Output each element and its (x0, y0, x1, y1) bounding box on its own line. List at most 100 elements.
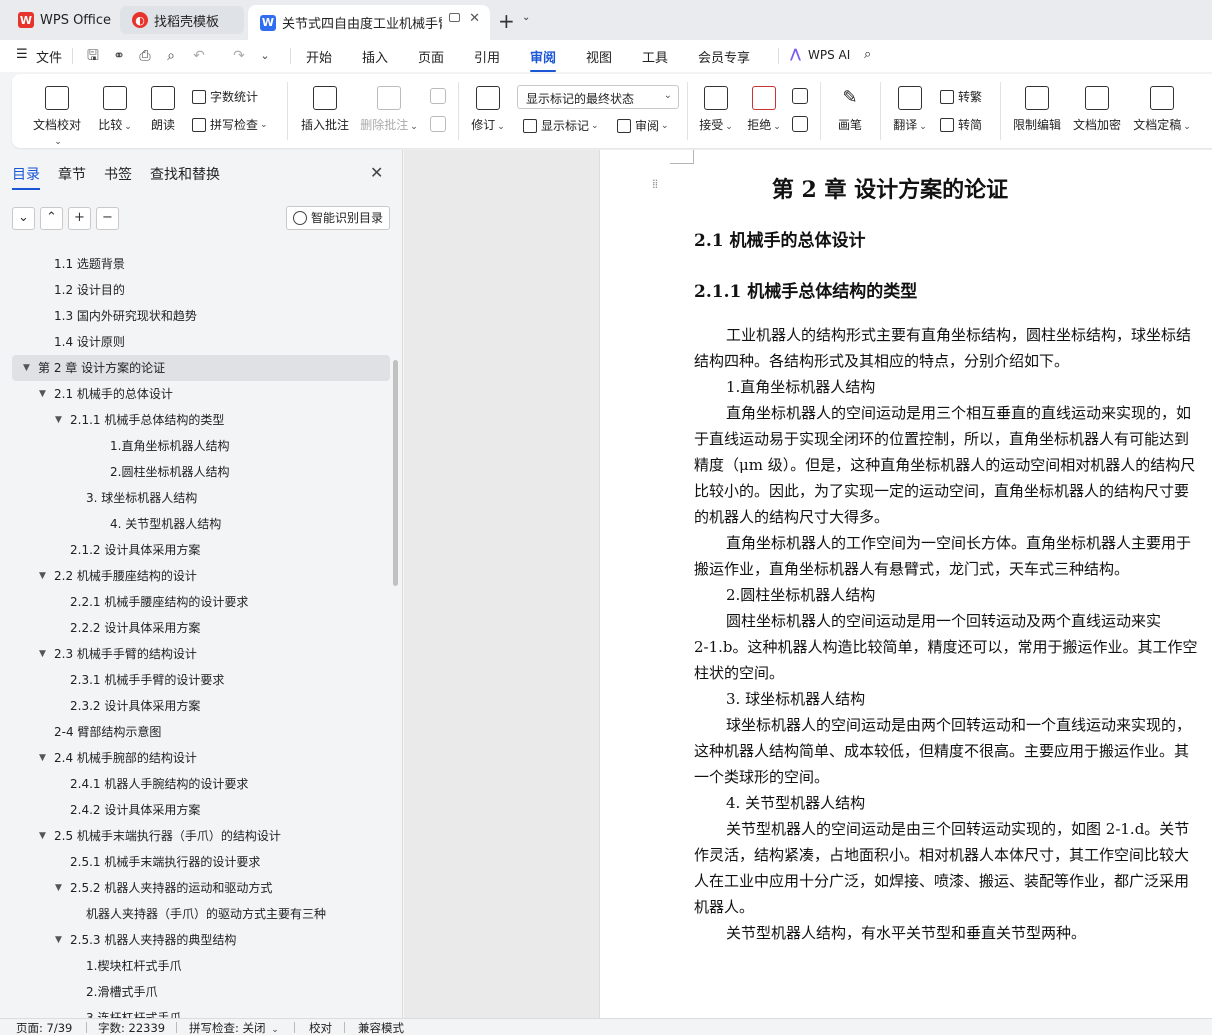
toc-item[interactable]: 2.2.2 设计具体采用方案 (0, 615, 390, 641)
expand-arrow-icon[interactable]: ▼ (39, 381, 46, 407)
toc-item[interactable]: 3.连杆杠杆式手爪 (0, 1005, 390, 1018)
close-tab-icon[interactable]: ✕ (469, 11, 480, 26)
spell-check-indicator[interactable]: 拼写检查: 关闭 ⌄ (189, 1020, 279, 1035)
toc-item[interactable]: 1.3 国内外研究现状和趋势 (0, 303, 390, 329)
toc-item[interactable]: 1.直角坐标机器人结构 (0, 433, 390, 459)
remove-heading-icon[interactable]: − (96, 207, 119, 230)
hamburger-icon[interactable]: ☰ (16, 47, 28, 62)
word-count-button[interactable]: 字数统计 (192, 88, 258, 105)
nav-tab-toc[interactable]: 目录 (12, 164, 40, 190)
menu-insert[interactable]: 插入 (362, 47, 388, 66)
search-icon[interactable]: ⌕ (864, 47, 871, 62)
expand-arrow-icon[interactable]: ▼ (39, 641, 46, 667)
toc-item[interactable]: 2.圆柱坐标机器人结构 (0, 459, 390, 485)
menu-page[interactable]: 页面 (418, 47, 444, 66)
toc-item[interactable]: 机器人夹持器（手爪）的驱动方式主要有三种 (0, 901, 390, 927)
prev-comment-button[interactable] (428, 88, 448, 110)
encrypt-button[interactable]: 文档加密 (1072, 86, 1122, 133)
expand-arrow-icon[interactable]: ▼ (55, 407, 62, 433)
page-indicator[interactable]: 页面: 7/39 (16, 1020, 72, 1035)
expand-icon[interactable]: ⌄ (12, 207, 35, 230)
tab-wps-office[interactable]: W WPS Office (6, 5, 118, 35)
expand-arrow-icon[interactable]: ▼ (55, 875, 62, 901)
doc-check-button[interactable]: 文档校对⌄ (30, 86, 84, 147)
toc-item[interactable]: 1.2 设计目的 (0, 277, 390, 303)
save-icon[interactable]: 🖫 (84, 47, 102, 65)
reject-button[interactable]: 拒绝 ⌄ (746, 86, 782, 133)
to-simplified-button[interactable]: 转简 (940, 116, 982, 133)
window-preview-icon[interactable] (449, 13, 460, 22)
nav-tab-bookmark[interactable]: 书签 (104, 164, 132, 184)
smart-toc-button[interactable]: 智能识别目录 (286, 206, 390, 230)
menu-reference[interactable]: 引用 (474, 47, 500, 66)
next-change-button[interactable] (791, 116, 809, 138)
print-icon[interactable]: ⎙ (136, 47, 154, 65)
toc-item[interactable]: 2.5.1 机械手末端执行器的设计要求 (0, 849, 390, 875)
menu-start[interactable]: 开始 (306, 47, 332, 66)
toc-item[interactable]: 1.4 设计原则 (0, 329, 390, 355)
translate-button[interactable]: 翻译 ⌄ (892, 86, 928, 133)
toc-item[interactable]: 1.1 选题背景 (0, 251, 390, 277)
insert-comment-button[interactable]: 插入批注 (300, 86, 350, 133)
nav-tab-chapter[interactable]: 章节 (58, 164, 86, 184)
toc-scrollbar[interactable] (393, 360, 398, 586)
expand-arrow-icon[interactable]: ▼ (39, 745, 46, 771)
spell-check-button[interactable]: 拼写检查 ⌄ (192, 116, 268, 133)
toc-item[interactable]: ▼ 2.4 机械手腕部的结构设计 (0, 745, 390, 771)
toc-item[interactable]: ▼ 2.5 机械手末端执行器（手爪）的结构设计 (0, 823, 390, 849)
toc-item[interactable]: 1.楔块杠杆式手爪 (0, 953, 390, 979)
toc-item[interactable]: 2.3.2 设计具体采用方案 (0, 693, 390, 719)
toc-item[interactable]: 2.4.1 机器人手腕结构的设计要求 (0, 771, 390, 797)
toc-item[interactable]: 2.3.1 机械手手臂的设计要求 (0, 667, 390, 693)
track-changes-button[interactable]: 修订 ⌄ (470, 86, 506, 133)
new-tab-icon[interactable]: + (498, 9, 515, 33)
review-pane-button[interactable]: 审阅 ⌄ (617, 117, 669, 134)
finalize-button[interactable]: 文档定稿 ⌄ (1132, 86, 1192, 133)
nav-tab-find-replace[interactable]: 查找和替换 (150, 164, 220, 184)
expand-arrow-icon[interactable]: ▼ (39, 563, 46, 589)
close-icon[interactable]: ✕ (370, 163, 383, 182)
tab-docer-templates[interactable]: ◐ 找稻壳模板 (120, 6, 244, 34)
expand-arrow-icon[interactable]: ▼ (55, 927, 62, 953)
toc-item[interactable]: ▼ 2.5.2 机器人夹持器的运动和驱动方式 (0, 875, 390, 901)
chevron-down-icon[interactable]: ⌄ (256, 47, 274, 65)
expand-arrow-icon[interactable]: ▼ (39, 823, 46, 849)
toc-item[interactable]: 2-4 臂部结构示意图 (0, 719, 390, 745)
show-markup-button[interactable]: 显示标记 ⌄ (523, 117, 599, 134)
menu-wps-ai[interactable]: WPS AI (808, 48, 850, 62)
redo-icon[interactable]: ↷ (230, 47, 248, 65)
menu-member[interactable]: 会员专享 (698, 47, 750, 66)
accept-button[interactable]: 接受 ⌄ (698, 86, 734, 133)
toc-item[interactable]: ▼ 2.5.3 机器人夹持器的典型结构 (0, 927, 390, 953)
menu-view[interactable]: 视图 (586, 47, 612, 66)
menu-review[interactable]: 审阅 (530, 47, 557, 72)
add-heading-icon[interactable]: + (68, 207, 91, 230)
toc-item[interactable]: 2.1.2 设计具体采用方案 (0, 537, 390, 563)
toc-item[interactable]: ▼ 2.1.1 机械手总体结构的类型 (0, 407, 390, 433)
chevron-down-icon[interactable]: ⌄ (522, 12, 530, 23)
toc-item[interactable]: 2.4.2 设计具体采用方案 (0, 797, 390, 823)
link-icon[interactable]: ⚭ (110, 47, 128, 65)
compare-button[interactable]: 比较 ⌄ (98, 86, 132, 133)
menu-file[interactable]: 文件 (36, 47, 62, 66)
menu-tools[interactable]: 工具 (642, 47, 668, 66)
toc-item[interactable]: 2.滑槽式手爪 (0, 979, 390, 1005)
collapse-icon[interactable]: ⌃ (40, 207, 63, 230)
markup-state-select[interactable]: 显示标记的最终状态 ⌄ (517, 85, 679, 109)
expand-arrow-icon[interactable]: ▼ (23, 355, 30, 381)
word-count-indicator[interactable]: 字数: 22339 (98, 1020, 165, 1035)
delete-comment-button[interactable]: 删除批注 ⌄ (360, 86, 418, 133)
proofread-indicator[interactable]: 校对 (309, 1020, 332, 1035)
toc-item[interactable]: ▼ 2.1 机械手的总体设计 (0, 381, 390, 407)
document-page[interactable]: ⁞⁞ 第 2 章 设计方案的论证 2.1 机械手的总体设计 2.1.1 机械手总… (599, 150, 1212, 1018)
to-traditional-button[interactable]: 转繁 (940, 88, 982, 105)
print-preview-icon[interactable]: ⌕ (162, 47, 180, 65)
toc-item[interactable]: 2.2.1 机械手腰座结构的设计要求 (0, 589, 390, 615)
toc-item[interactable]: 4. 关节型机器人结构 (0, 511, 390, 537)
restrict-edit-button[interactable]: 限制编辑 (1012, 86, 1062, 133)
toc-item[interactable]: 3. 球坐标机器人结构 (0, 485, 390, 511)
undo-icon[interactable]: ↶ (190, 47, 208, 65)
toc-item[interactable]: ▼ 第 2 章 设计方案的论证 (12, 355, 390, 381)
pen-button[interactable]: ✎ 画笔 (836, 86, 864, 133)
tab-current-document[interactable]: W 关节式四自由度工业机械手臂的 ✕ (248, 5, 490, 40)
